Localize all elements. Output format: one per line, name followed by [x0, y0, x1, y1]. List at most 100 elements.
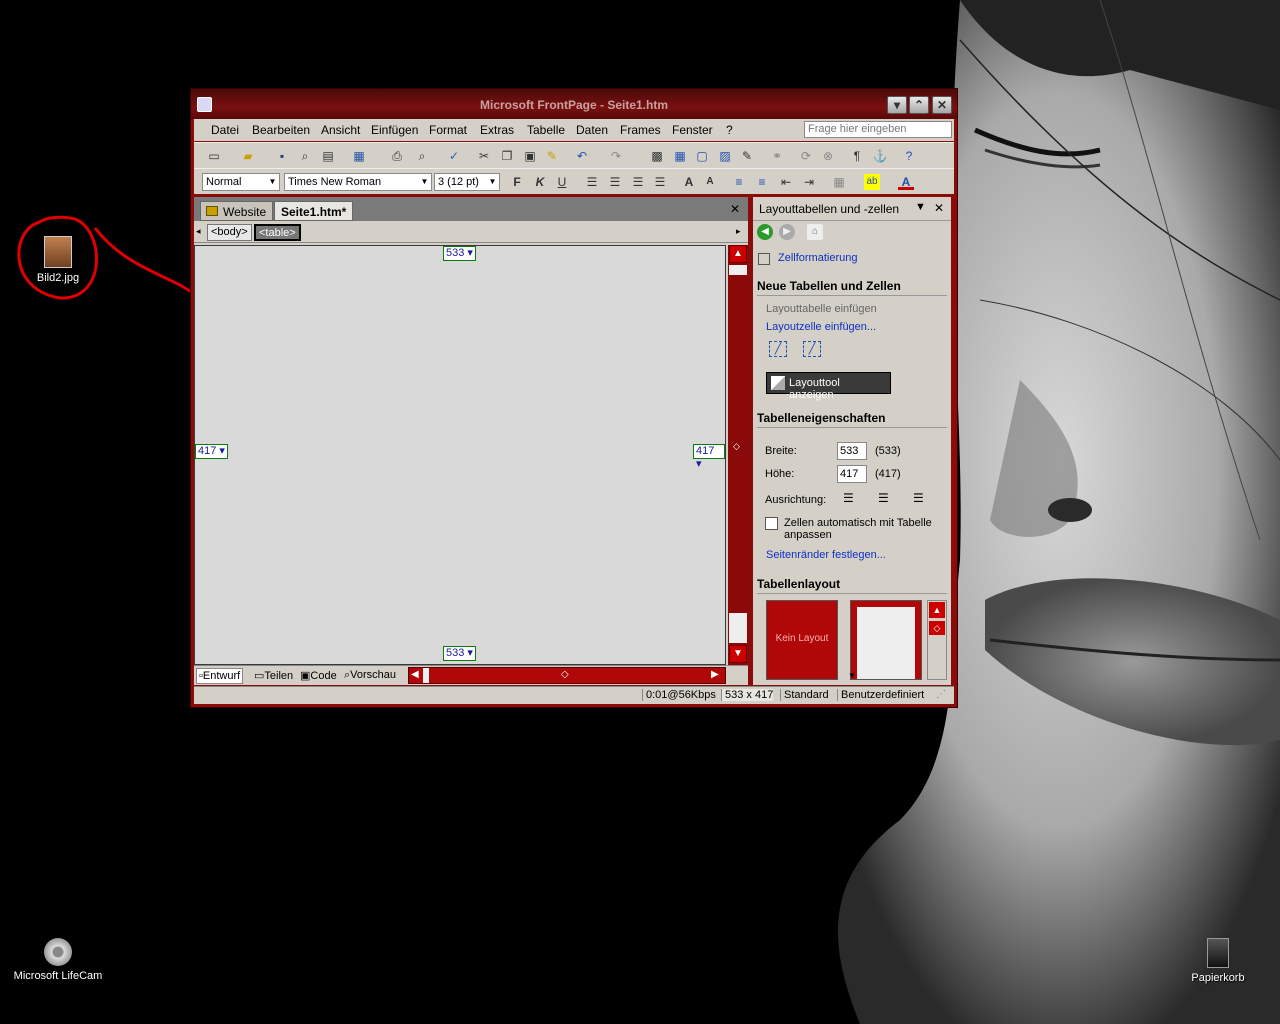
minimize-button[interactable]: ▾ [887, 96, 907, 114]
menu-fenster[interactable]: Fenster [672, 123, 713, 137]
align-center-icon[interactable]: ☰ [607, 174, 623, 190]
tag-body[interactable]: <body> [207, 224, 252, 241]
hyperlink-icon[interactable]: ⚭ [769, 148, 785, 164]
chevron-right-icon[interactable]: ▸ [736, 226, 741, 237]
decrease-indent-icon[interactable]: ⇤ [778, 174, 794, 190]
vertical-scrollbar[interactable]: ▲ ◇ ▼ [728, 245, 748, 665]
back-icon[interactable]: ◀ [757, 224, 773, 240]
align-center-icon[interactable]: ☰ [878, 491, 889, 505]
margins-link[interactable]: Seitenränder festlegen... [766, 549, 886, 561]
style-select[interactable]: Normal ▼ [202, 173, 280, 191]
draw-layout-table-icon[interactable]: ╱ [769, 341, 787, 357]
table-width-label-top[interactable]: 533 ▾ [443, 246, 476, 261]
close-icon[interactable]: ✕ [934, 201, 944, 215]
scroll-down-icon[interactable]: ▼ [848, 671, 856, 680]
open-icon[interactable]: ▰ [240, 148, 256, 164]
undo-icon[interactable]: ↶ [574, 148, 590, 164]
menu-einfuegen[interactable]: Einfügen [371, 123, 418, 137]
underline-button[interactable]: U [554, 174, 570, 190]
menu-datei[interactable]: Datei [211, 123, 239, 137]
menu-extras[interactable]: Extras [480, 123, 514, 137]
tab-website[interactable]: Website [200, 201, 274, 221]
table-width-label-bottom[interactable]: 533 ▾ [443, 646, 476, 661]
justify-icon[interactable]: ☰ [652, 174, 668, 190]
close-document-icon[interactable]: ✕ [730, 202, 740, 216]
menu-bearbeiten[interactable]: Bearbeiten [252, 123, 310, 137]
font-select[interactable]: Times New Roman ▼ [284, 173, 432, 191]
insert-layer-icon[interactable]: ▢ [694, 148, 710, 164]
bold-button[interactable]: F [509, 174, 525, 190]
web-component-insert-icon[interactable]: ▩ [649, 148, 665, 164]
home-icon[interactable]: ⌂ [807, 224, 823, 240]
view-tab-code[interactable]: ▣Code [298, 668, 339, 684]
design-canvas[interactable]: 533 ▾ 417 ▾ 417 ▾ 533 ▾ [194, 245, 726, 665]
italic-button[interactable]: K [532, 174, 548, 190]
view-tab-teilen[interactable]: ▭Teilen [252, 668, 295, 684]
title-bar[interactable]: Microsoft FrontPage - Seite1.htm ▾ ⌃ ✕ [191, 89, 957, 119]
tab-seite1[interactable]: Seite1.htm* [274, 201, 354, 221]
borders-icon[interactable]: ▦ [831, 174, 847, 190]
menu-format[interactable]: Format [429, 123, 467, 137]
horizontal-scrollbar[interactable]: ◀ ◇ ▶ [408, 667, 726, 684]
scroll-thumb[interactable] [423, 668, 429, 683]
align-right-icon[interactable]: ☰ [630, 174, 646, 190]
draw-layout-cell-icon[interactable]: ╱ [803, 341, 821, 357]
table-height-label-left[interactable]: 417 ▾ [195, 444, 228, 459]
redo-icon[interactable]: ↷ [608, 148, 624, 164]
auto-fit-checkbox[interactable] [765, 517, 778, 530]
paste-icon[interactable]: ▣ [522, 148, 538, 164]
layout-tool-button[interactable]: Layouttool anzeigen [766, 372, 891, 401]
desktop-icon-lifecam[interactable]: Microsoft LifeCam [8, 938, 108, 982]
resize-grip-icon[interactable]: ⋰ [936, 689, 946, 700]
search-icon[interactable]: ⌕ [297, 148, 313, 164]
bullet-list-icon[interactable]: ≡ [754, 174, 770, 190]
show-all-icon[interactable]: ¶ [849, 148, 865, 164]
menu-tabelle[interactable]: Tabelle [527, 123, 565, 137]
scroll-up-icon[interactable]: ▲ [929, 602, 945, 618]
insert-image-icon[interactable]: ▨ [717, 148, 733, 164]
scroll-down-icon[interactable]: ▼ [729, 645, 747, 663]
copy-icon[interactable]: ❐ [499, 148, 515, 164]
cell-format-link[interactable]: Zellformatierung [778, 252, 857, 264]
height-input[interactable]: 417 [837, 465, 867, 483]
scroll-right-icon[interactable]: ▶ [711, 669, 719, 680]
width-input[interactable]: 533 [837, 442, 867, 460]
chevron-left-icon[interactable]: ◂ [196, 226, 201, 237]
scroll-thumb[interactable] [729, 265, 747, 275]
scroll-left-icon[interactable]: ◀ [411, 669, 419, 680]
menu-ansicht[interactable]: Ansicht [321, 123, 360, 137]
new-page-icon[interactable]: ▭ [206, 148, 222, 164]
align-left-icon[interactable]: ☰ [584, 174, 600, 190]
font-color-icon[interactable]: A [898, 174, 914, 190]
increase-font-icon[interactable]: A [681, 174, 697, 190]
menu-daten[interactable]: Daten [576, 123, 608, 137]
highlight-icon[interactable]: ab [864, 174, 880, 190]
refresh-icon[interactable]: ⟳ [798, 148, 814, 164]
size-select[interactable]: 3 (12 pt) ▼ [434, 173, 500, 191]
layout-thumb-1[interactable] [850, 600, 922, 680]
format-painter-icon[interactable]: ✎ [544, 148, 560, 164]
align-right-icon[interactable]: ☰ [913, 491, 924, 505]
restore-button[interactable]: ⌃ [909, 96, 929, 114]
menu-frames[interactable]: Frames [620, 123, 661, 137]
decrease-font-icon[interactable]: A [702, 174, 718, 190]
task-pane-menu-icon[interactable]: ▼ [915, 201, 926, 213]
layout-list-scrollbar[interactable]: ▲ ◇ [927, 600, 947, 680]
forward-icon[interactable]: ▶ [779, 224, 795, 240]
desktop-icon-recycle-bin[interactable]: Papierkorb [1168, 938, 1268, 984]
anchor-icon[interactable]: ⚓ [872, 148, 888, 164]
save-icon[interactable]: ▪ [274, 148, 290, 164]
table-height-label-right[interactable]: 417 ▾ [693, 444, 725, 470]
scroll-up-icon[interactable]: ▲ [729, 245, 747, 263]
view-tab-vorschau[interactable]: ⌕Vorschau [342, 668, 398, 684]
stop-icon[interactable]: ⊗ [820, 148, 836, 164]
menu-help[interactable]: ? [726, 123, 733, 137]
print-icon[interactable]: ⎙ [389, 148, 405, 164]
drawing-icon[interactable]: ✎ [739, 148, 755, 164]
numbered-list-icon[interactable]: ≡ [731, 174, 747, 190]
ask-question-input[interactable]: Frage hier eingeben [804, 121, 952, 138]
close-button[interactable]: ✕ [932, 96, 952, 114]
publish-icon[interactable]: ▤ [320, 148, 336, 164]
align-left-icon[interactable]: ☰ [843, 491, 854, 505]
cut-icon[interactable]: ✂ [476, 148, 492, 164]
